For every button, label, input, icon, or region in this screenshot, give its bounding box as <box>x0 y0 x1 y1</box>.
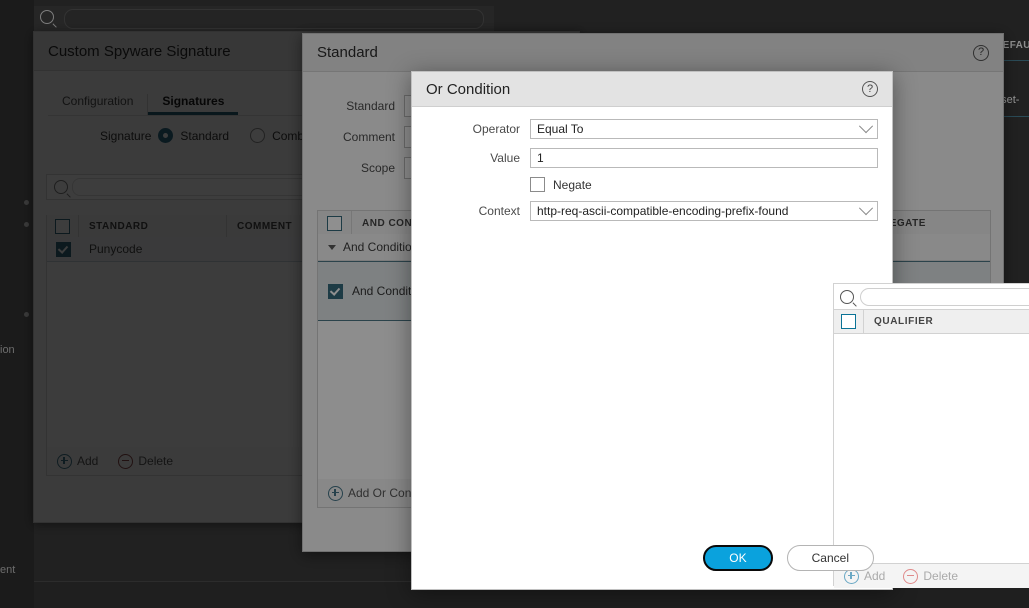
context-label: Context <box>478 204 520 218</box>
sidebar-dot <box>24 222 29 227</box>
delete-label: Delete <box>138 454 174 468</box>
delete-label: Delete <box>923 569 959 583</box>
sidebar-label-partial: ion <box>0 344 15 356</box>
sidebar-label-partial: ent <box>0 564 16 576</box>
tab-signatures[interactable]: Signatures <box>147 94 238 115</box>
select-all-checkbox[interactable] <box>327 215 342 231</box>
value-label: Value <box>490 151 520 165</box>
global-search-input[interactable] <box>64 9 484 29</box>
cell-standard: Punycode <box>89 242 143 256</box>
sidebar-dot <box>24 312 29 317</box>
qualifier-search-input[interactable]: 0 items <box>860 287 1029 306</box>
tab-configuration[interactable]: Configuration <box>48 94 147 115</box>
ok-button[interactable]: OK <box>703 545 773 571</box>
dialog-title: Standard <box>317 44 378 61</box>
add-signature-button[interactable]: Add <box>57 453 99 469</box>
sidebar-dot <box>24 200 29 205</box>
delete-qualifier-button[interactable]: Delete <box>903 568 959 584</box>
select-all-checkbox[interactable] <box>841 314 856 329</box>
field-comment-label: Comment <box>342 130 395 144</box>
dialog-header: Standard ? <box>303 34 1003 72</box>
value-row: Value 1 <box>412 148 879 168</box>
operator-label: Operator <box>472 122 520 136</box>
negate-row: Negate <box>530 177 879 192</box>
context-value: http-req-ascii-compatible-encoding-prefi… <box>537 204 789 218</box>
add-label: Add <box>77 454 99 468</box>
operator-row: Operator Equal To <box>412 119 879 139</box>
minus-circle-icon <box>903 568 919 584</box>
context-row: Context http-req-ascii-compatible-encodi… <box>412 201 879 221</box>
value-input[interactable]: 1 <box>530 148 878 168</box>
field-standard-label: Standard <box>346 99 395 113</box>
chevron-down-icon[interactable] <box>328 244 336 250</box>
row-checkbox[interactable] <box>55 241 71 257</box>
cancel-button[interactable]: Cancel <box>786 545 874 571</box>
operator-select[interactable]: Equal To <box>530 119 878 139</box>
dialog-header: Or Condition ? <box>412 72 892 107</box>
or-condition-dialog: Or Condition ? Operator Equal To Value 1… <box>411 71 1029 590</box>
help-circle-icon[interactable]: ? <box>973 44 989 61</box>
negate-checkbox[interactable] <box>530 177 545 192</box>
select-all-checkbox[interactable] <box>55 218 70 234</box>
context-select[interactable]: http-req-ascii-compatible-encoding-prefi… <box>530 201 878 221</box>
signature-label: Signature <box>100 128 152 143</box>
search-icon <box>54 180 68 194</box>
search-icon <box>40 10 54 24</box>
qualifier-table-header: QUALIFIER VALUE <box>834 310 1029 334</box>
column-qualifier: QUALIFIER <box>864 310 1029 333</box>
global-search-bar[interactable] <box>34 6 494 33</box>
qualifier-table: 0 items QUALIFIER VALUE Add Delete <box>833 283 1029 588</box>
dialog-title: Custom Spyware Signature <box>48 42 231 60</box>
chevron-down-icon <box>858 119 874 134</box>
radio-combination[interactable] <box>250 128 266 143</box>
operator-value: Equal To <box>537 122 584 136</box>
negate-label: Negate <box>553 177 592 192</box>
delete-signature-button[interactable]: Delete <box>118 453 174 469</box>
help-circle-icon[interactable]: ? <box>862 81 878 97</box>
column-standard: STANDARD <box>79 215 227 237</box>
app-sidebar[interactable] <box>0 0 34 608</box>
search-icon <box>840 289 854 304</box>
qualifier-search-bar: 0 items <box>834 284 1029 310</box>
minus-circle-icon <box>118 453 134 469</box>
or-dialog-buttons: OK Cancel <box>703 545 874 571</box>
radio-standard-label: Standard <box>180 128 230 143</box>
plus-circle-icon <box>328 485 343 501</box>
field-scope-label: Scope <box>360 161 395 175</box>
row-checkbox[interactable] <box>327 283 343 299</box>
add-label: Add <box>864 569 886 583</box>
dialog-title: Or Condition <box>426 80 511 98</box>
radio-standard[interactable] <box>158 128 174 143</box>
or-condition-form: Operator Equal To Value 1 Negate Context… <box>412 107 892 221</box>
value-text: 1 <box>537 151 544 165</box>
chevron-down-icon <box>858 201 874 216</box>
qualifier-table-body <box>834 334 1029 563</box>
plus-circle-icon <box>57 453 72 469</box>
